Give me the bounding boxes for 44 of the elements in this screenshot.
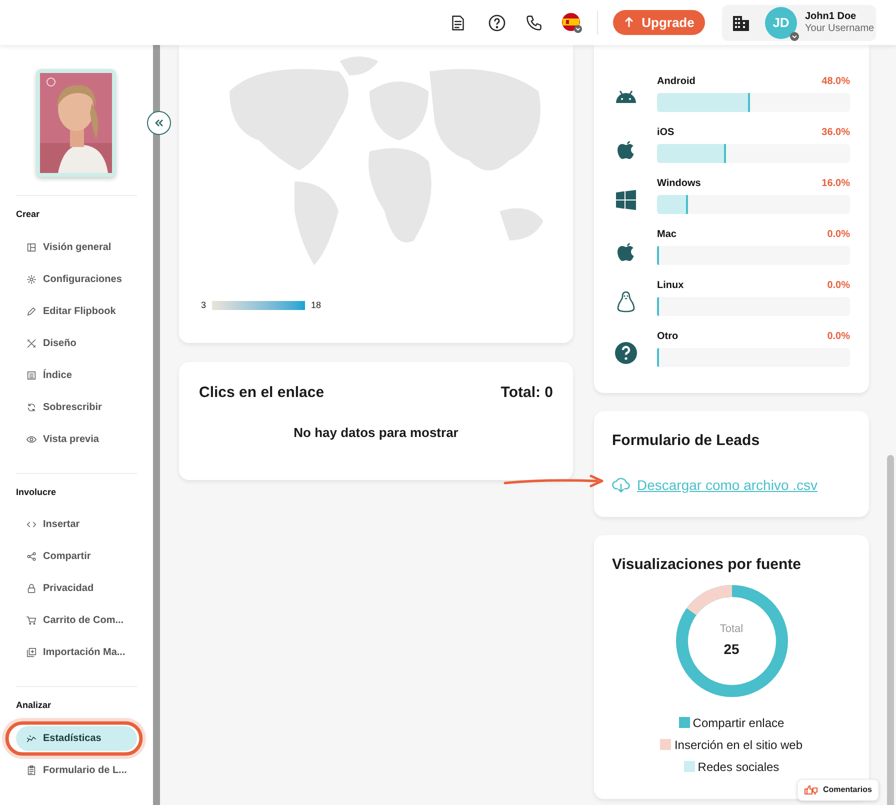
nav-item[interactable]: Editar Flipbook bbox=[16, 298, 137, 324]
percentage-label: 48.0% bbox=[822, 74, 850, 88]
os-name: Linux bbox=[657, 278, 684, 292]
nav-item[interactable]: Importación Ma... bbox=[16, 640, 137, 665]
center-value: 25 bbox=[724, 640, 740, 660]
user-name: John1 Doe bbox=[805, 10, 858, 22]
legend-label: Inserción en el sitio web bbox=[674, 736, 803, 752]
legend-label: Compartir enlace bbox=[692, 714, 784, 730]
nav-item[interactable]: Visión general bbox=[16, 234, 137, 260]
feedback-button[interactable]: Comentarios bbox=[797, 779, 879, 801]
os-name: iOS bbox=[657, 126, 674, 140]
card-title: Formulario de Leads bbox=[612, 431, 761, 451]
section-heading: Crear bbox=[16, 208, 41, 221]
os-name: Mac bbox=[657, 228, 676, 242]
section-heading: Analizar bbox=[16, 699, 52, 712]
legend-min-label: 3 bbox=[201, 299, 206, 312]
section-heading: Involucre bbox=[16, 486, 58, 498]
percentage-label: 36.0% bbox=[822, 126, 850, 140]
card-title: Clics en el enlace bbox=[199, 383, 324, 403]
os-name: Otro bbox=[657, 330, 678, 344]
nav-item[interactable]: Insertar bbox=[16, 512, 137, 537]
nav-item[interactable]: Carrito de Com... bbox=[16, 608, 137, 633]
legend-label: Redes sociales bbox=[698, 758, 780, 774]
user-subtitle: Your Username bbox=[805, 22, 874, 34]
percentage-label: 0.0% bbox=[827, 330, 850, 344]
nav-item[interactable]: Configuraciones bbox=[16, 266, 137, 292]
legend-max-label: 18 bbox=[311, 299, 322, 312]
percentage-label: 16.0% bbox=[822, 176, 850, 190]
center-label: Total bbox=[720, 622, 744, 637]
percentage-label: 0.0% bbox=[827, 278, 850, 292]
total-label: Total: 0 bbox=[500, 383, 553, 403]
empty-message: No hay datos para mostrar bbox=[294, 424, 458, 442]
percentage-label: 0.0% bbox=[827, 228, 850, 242]
nav-item[interactable]: Vista previa bbox=[16, 426, 137, 452]
nav-item[interactable]: Formulario de L... bbox=[16, 758, 137, 782]
nav-item[interactable]: Índice bbox=[16, 362, 137, 388]
card-title: Visualizaciones por fuente bbox=[612, 555, 801, 575]
os-name: Android bbox=[657, 74, 696, 88]
nav-item[interactable]: Compartir bbox=[16, 544, 137, 569]
os-name: Windows bbox=[657, 176, 701, 190]
nav-item[interactable]: Estadísticas bbox=[16, 726, 137, 750]
nav-item[interactable]: Privacidad bbox=[16, 576, 137, 601]
nav-item[interactable]: Sobrescribir bbox=[16, 394, 137, 420]
nav-item[interactable]: Diseño bbox=[16, 330, 137, 356]
